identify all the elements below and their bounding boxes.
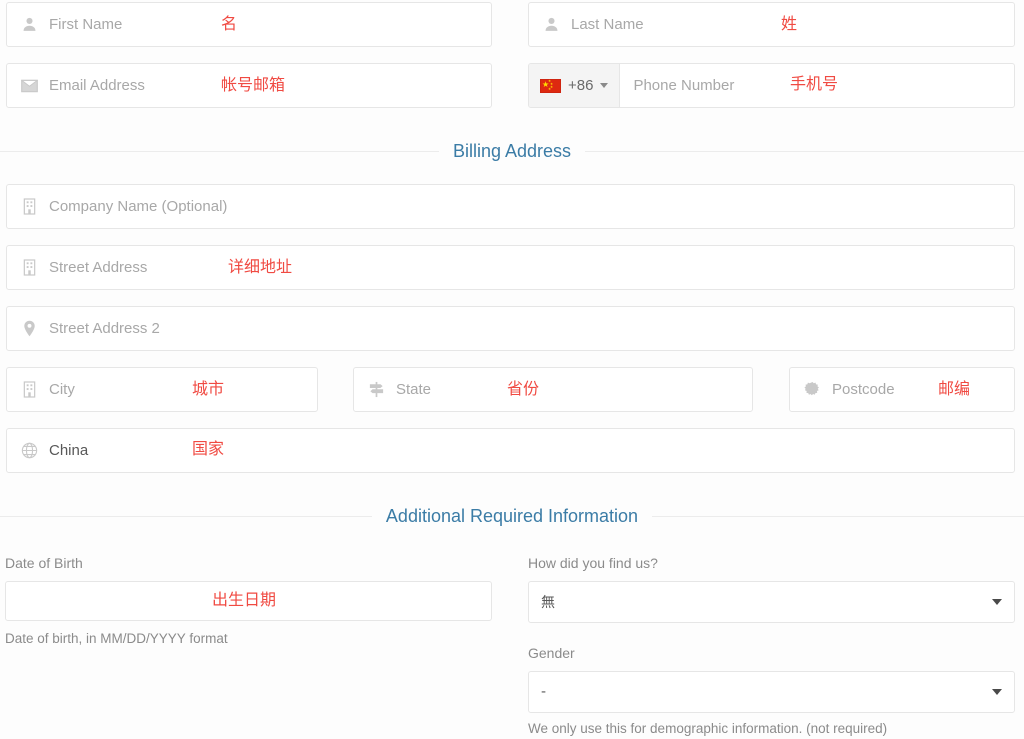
- first-name-annotation: 名: [221, 14, 238, 33]
- globe-icon: [19, 441, 39, 461]
- divider-right: [585, 151, 1024, 152]
- billing-address-title: Billing Address: [452, 141, 572, 161]
- postcode-placeholder: Postcode: [832, 381, 895, 398]
- gender-select[interactable]: -: [528, 671, 1015, 713]
- street-address-2-placeholder: Street Address 2: [49, 320, 160, 337]
- country-code-selector[interactable]: ★ ★ ★ ★ ★ +86: [529, 64, 621, 107]
- china-flag-icon: ★ ★ ★ ★ ★: [540, 78, 561, 93]
- country-field[interactable]: China: [6, 428, 1015, 473]
- divider-left: [0, 151, 439, 152]
- company-name-field[interactable]: Company Name (Optional): [6, 184, 1015, 229]
- city-field[interactable]: City: [6, 367, 318, 412]
- email-placeholder: Email Address: [49, 77, 145, 94]
- state-annotation: 省份: [507, 379, 540, 398]
- first-name-placeholder: First Name: [49, 16, 123, 33]
- last-name-field[interactable]: Last Name: [528, 2, 1015, 47]
- city-placeholder: City: [49, 381, 75, 398]
- postcode-field[interactable]: Postcode: [789, 367, 1015, 412]
- envelope-icon: [19, 76, 39, 96]
- phone-placeholder: Phone Number: [633, 77, 735, 94]
- how-find-us-label: How did you find us?: [528, 555, 658, 571]
- building-icon: [19, 258, 39, 278]
- state-placeholder: State: [396, 381, 432, 398]
- date-of-birth-annotation: 出生日期: [212, 590, 277, 609]
- last-name-placeholder: Last Name: [571, 16, 644, 33]
- divider-right: [652, 516, 1024, 517]
- user-icon: [541, 15, 561, 35]
- additional-info-section-header: Additional Required Information: [0, 506, 1024, 527]
- date-of-birth-help: Date of birth, in MM/DD/YYYY format: [5, 631, 228, 646]
- registration-form-page: First Name 名 Last Name 姓 Email Address 帐…: [0, 0, 1024, 739]
- date-of-birth-label: Date of Birth: [5, 555, 83, 571]
- how-find-us-selected-value: 無: [541, 595, 555, 611]
- country-value: China: [49, 442, 89, 459]
- map-signs-icon: [366, 380, 386, 400]
- gender-label: Gender: [528, 645, 575, 661]
- city-annotation: 城市: [192, 379, 225, 398]
- phone-annotation: 手机号: [790, 74, 839, 93]
- phone-field-group[interactable]: ★ ★ ★ ★ ★ +86 Phone Number: [528, 63, 1015, 108]
- company-name-placeholder: Company Name (Optional): [49, 198, 228, 215]
- user-icon: [19, 15, 39, 35]
- street-address-2-field[interactable]: Street Address 2: [6, 306, 1015, 351]
- first-name-field[interactable]: First Name: [6, 2, 492, 47]
- map-pin-icon: [19, 319, 39, 339]
- street-address-placeholder: Street Address: [49, 259, 148, 276]
- billing-address-section-header: Billing Address: [0, 141, 1024, 162]
- gender-help: We only use this for demographic informa…: [528, 721, 888, 736]
- gender-selected-value: -: [541, 684, 547, 700]
- gear-icon: [802, 380, 822, 400]
- street-address-field[interactable]: Street Address: [6, 245, 1015, 290]
- chevron-down-icon: [600, 83, 609, 88]
- street-address-annotation: 详细地址: [228, 257, 293, 276]
- building-icon: [19, 380, 39, 400]
- building-icon: [19, 197, 39, 217]
- email-annotation: 帐号邮箱: [221, 75, 286, 94]
- divider-left: [0, 516, 372, 517]
- chevron-down-icon: [992, 599, 1002, 605]
- how-find-us-select[interactable]: 無: [528, 581, 1015, 623]
- additional-info-title: Additional Required Information: [385, 506, 639, 526]
- country-annotation: 国家: [192, 439, 225, 458]
- last-name-annotation: 姓: [781, 14, 798, 33]
- chevron-down-icon: [992, 689, 1002, 695]
- country-code-label: +86: [568, 77, 594, 94]
- state-field[interactable]: State: [353, 367, 753, 412]
- postcode-annotation: 邮编: [938, 379, 971, 398]
